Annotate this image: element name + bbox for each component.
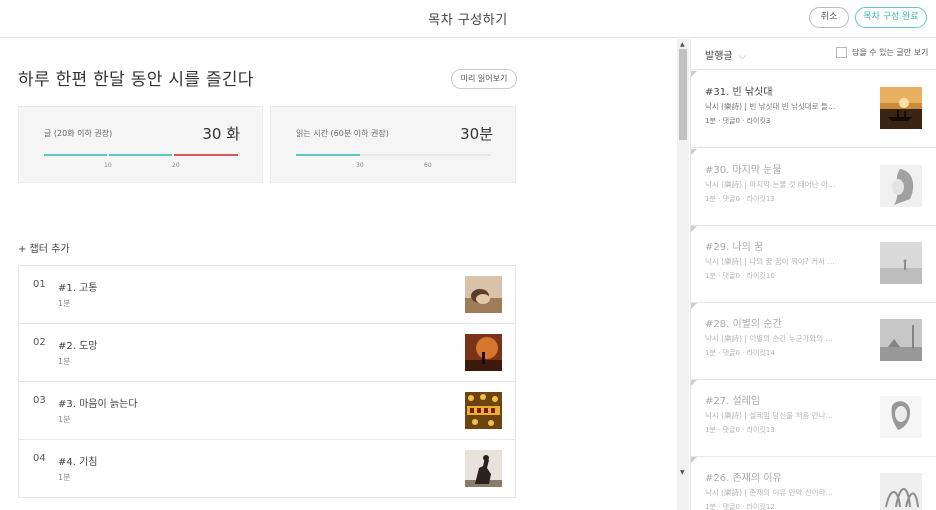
- chapter-title: #4. 기침: [58, 457, 98, 468]
- reading-time-card: 읽는 시간 (60분 이하 권장) 30분 30 60: [270, 106, 516, 183]
- chapter-row[interactable]: 03 #3. 마음이 늙는다 1분: [19, 382, 515, 440]
- scrollbar[interactable]: ▲ ▼: [677, 39, 689, 510]
- post-thumbnail: [880, 319, 922, 361]
- complete-toc-button[interactable]: 목차 구성 완료: [855, 7, 927, 28]
- drag-corner-icon: [691, 149, 697, 155]
- posts-panel-header: 발행글 ⌵ 담을 수 있는 글만 보기: [691, 39, 936, 70]
- post-card[interactable]: #31. 빈 낚싯대 낙시 (樂詩) | 빈 낚싯대 빈 낚싯대로 들… 1분 …: [691, 71, 936, 148]
- reading-time-label: 읽는 시간 (60분 이하 권장): [296, 129, 389, 138]
- post-card[interactable]: #30. 마지막 눈물 낙시 (樂詩) | 마지막 눈물 것 태어난 아… 1분…: [691, 149, 936, 226]
- post-excerpt: 낙시 (樂詩) | 설레임 당신을 처음 만나…: [705, 411, 833, 420]
- chapter-thumbnail: [465, 450, 502, 487]
- post-thumbnail: [880, 87, 922, 129]
- post-count-value: 30 화: [202, 125, 240, 143]
- post-card[interactable]: #29. 나의 꿈 낙시 (樂詩) | 나의 꿈 꿈이 뭐야? 커서 … 1분 …: [691, 226, 936, 303]
- chapter-reading-time: 1분: [58, 415, 71, 424]
- post-thumbnail: [880, 396, 922, 438]
- post-title: #28. 이별의 순간: [705, 319, 782, 330]
- chapter-number: 04: [33, 453, 46, 464]
- post-title: #29. 나의 꿈: [705, 242, 764, 253]
- chapter-title: #3. 마음이 늙는다: [58, 399, 138, 410]
- filter-checkbox[interactable]: [836, 47, 847, 58]
- reading-time-bar-fill: [296, 154, 360, 156]
- post-card[interactable]: #26. 존재의 이유 낙시 (樂詩) | 존재의 이유 만약 신이라… 1분 …: [691, 457, 936, 510]
- sort-label: 발행글: [705, 51, 733, 62]
- toc-editor: 하루 한편 한달 동안 시를 즐긴다 미리 읽어보기 글 (20화 이하 권장)…: [0, 39, 676, 510]
- post-excerpt: 낙시 (樂詩) | 마지막 눈물 것 태어난 아…: [705, 180, 836, 189]
- drag-corner-icon: [691, 380, 697, 386]
- post-card[interactable]: #28. 이별의 순간 낙시 (樂詩) | 이별의 순간 누군가와의 … 1분 …: [691, 303, 936, 380]
- scrollbar-thumb[interactable]: [679, 49, 687, 140]
- post-meta: 1분 · 댓글0 · 라이킷10: [705, 272, 775, 280]
- post-title: #26. 존재의 이유: [705, 473, 782, 484]
- chapter-row[interactable]: 02 #2. 도망 1분: [19, 324, 515, 382]
- reading-time-tick-30: 30: [356, 162, 364, 169]
- post-thumbnail: [880, 165, 922, 207]
- post-card[interactable]: #27. 설레임 낙시 (樂詩) | 설레임 당신을 처음 만나… 1분 · 댓…: [691, 380, 936, 457]
- post-count-tick-20: 20: [172, 162, 180, 169]
- top-bar: 목차 구성하기 취소 목차 구성 완료: [0, 0, 936, 38]
- reading-time-value: 30분: [460, 125, 493, 143]
- drag-corner-icon: [691, 71, 697, 77]
- book-title[interactable]: 하루 한편 한달 동안 시를 즐긴다: [18, 65, 254, 90]
- post-excerpt: 낙시 (樂詩) | 나의 꿈 꿈이 뭐야? 커서 …: [705, 257, 835, 266]
- chapter-title: #2. 도망: [58, 341, 98, 352]
- chapter-number: 03: [33, 395, 46, 406]
- post-count-label: 글 (20화 이하 권장): [44, 129, 113, 138]
- chapter-thumbnail: [465, 334, 502, 371]
- post-meta: 1분 · 댓글0 · 라이킷13: [705, 195, 775, 203]
- drag-corner-icon: [691, 457, 697, 463]
- published-posts-panel: 발행글 ⌵ 담을 수 있는 글만 보기 #31. 빈 낚싯대 낙시 (樂詩) | …: [690, 39, 936, 510]
- post-thumbnail: [880, 473, 922, 510]
- drag-corner-icon: [691, 303, 697, 309]
- chapter-reading-time: 1분: [58, 299, 71, 308]
- post-count-card: 글 (20화 이하 권장) 30 화 10 20: [18, 106, 263, 183]
- chapter-thumbnail: [465, 392, 502, 429]
- post-excerpt: 낙시 (樂詩) | 빈 낚싯대 빈 낚싯대로 들…: [705, 102, 836, 111]
- post-thumbnail: [880, 242, 922, 284]
- post-meta: 1분 · 댓글0 · 라이킷13: [705, 426, 775, 434]
- post-count-bar-segment-2: [109, 154, 172, 156]
- page-title: 목차 구성하기: [428, 13, 508, 28]
- chapter-row[interactable]: 04 #4. 기침 1분: [19, 440, 515, 498]
- scroll-up-arrow-icon[interactable]: ▲: [680, 41, 685, 48]
- post-title: #31. 빈 낚싯대: [705, 87, 773, 98]
- chapter-row[interactable]: 01 #1. 고통 1분: [19, 266, 515, 324]
- drag-corner-icon: [691, 226, 697, 232]
- add-chapter-button[interactable]: + 챕터 추가: [18, 240, 70, 255]
- chapter-thumbnail: [465, 276, 502, 313]
- post-meta: 1분 · 댓글0 · 라이킷14: [705, 349, 775, 357]
- post-meta: 1분 · 댓글0 · 라이킷3: [705, 117, 771, 125]
- reading-time-tick-60: 60: [424, 162, 432, 169]
- preview-button[interactable]: 미리 읽어보기: [451, 69, 517, 89]
- filter-checkbox-label[interactable]: 담을 수 있는 글만 보기: [852, 47, 928, 58]
- chapter-number: 01: [33, 279, 46, 290]
- post-title: #30. 마지막 눈물: [705, 165, 782, 176]
- chapter-reading-time: 1분: [58, 473, 71, 482]
- chevron-down-icon: ⌵: [738, 51, 747, 62]
- post-count-tick-10: 10: [104, 162, 112, 169]
- sort-dropdown[interactable]: 발행글 ⌵: [705, 47, 746, 62]
- post-count-bar-segment-1: [44, 154, 107, 156]
- chapter-list: 01 #1. 고통 1분 02 #2. 도망 1분 03 #3. 마음이 늙는다…: [18, 265, 516, 498]
- post-excerpt: 낙시 (樂詩) | 이별의 순간 누군가와의 …: [705, 334, 833, 343]
- post-count-bar-segment-3: [174, 154, 238, 156]
- scroll-down-arrow-icon[interactable]: ▼: [680, 469, 685, 476]
- cancel-button[interactable]: 취소: [809, 7, 849, 28]
- chapter-number: 02: [33, 337, 46, 348]
- post-title: #27. 설레임: [705, 396, 761, 407]
- chapter-title: #1. 고통: [58, 283, 98, 294]
- post-excerpt: 낙시 (樂詩) | 존재의 이유 만약 신이라…: [705, 488, 833, 497]
- chapter-reading-time: 1분: [58, 357, 71, 366]
- post-meta: 1분 · 댓글0 · 라이킷12: [705, 503, 775, 510]
